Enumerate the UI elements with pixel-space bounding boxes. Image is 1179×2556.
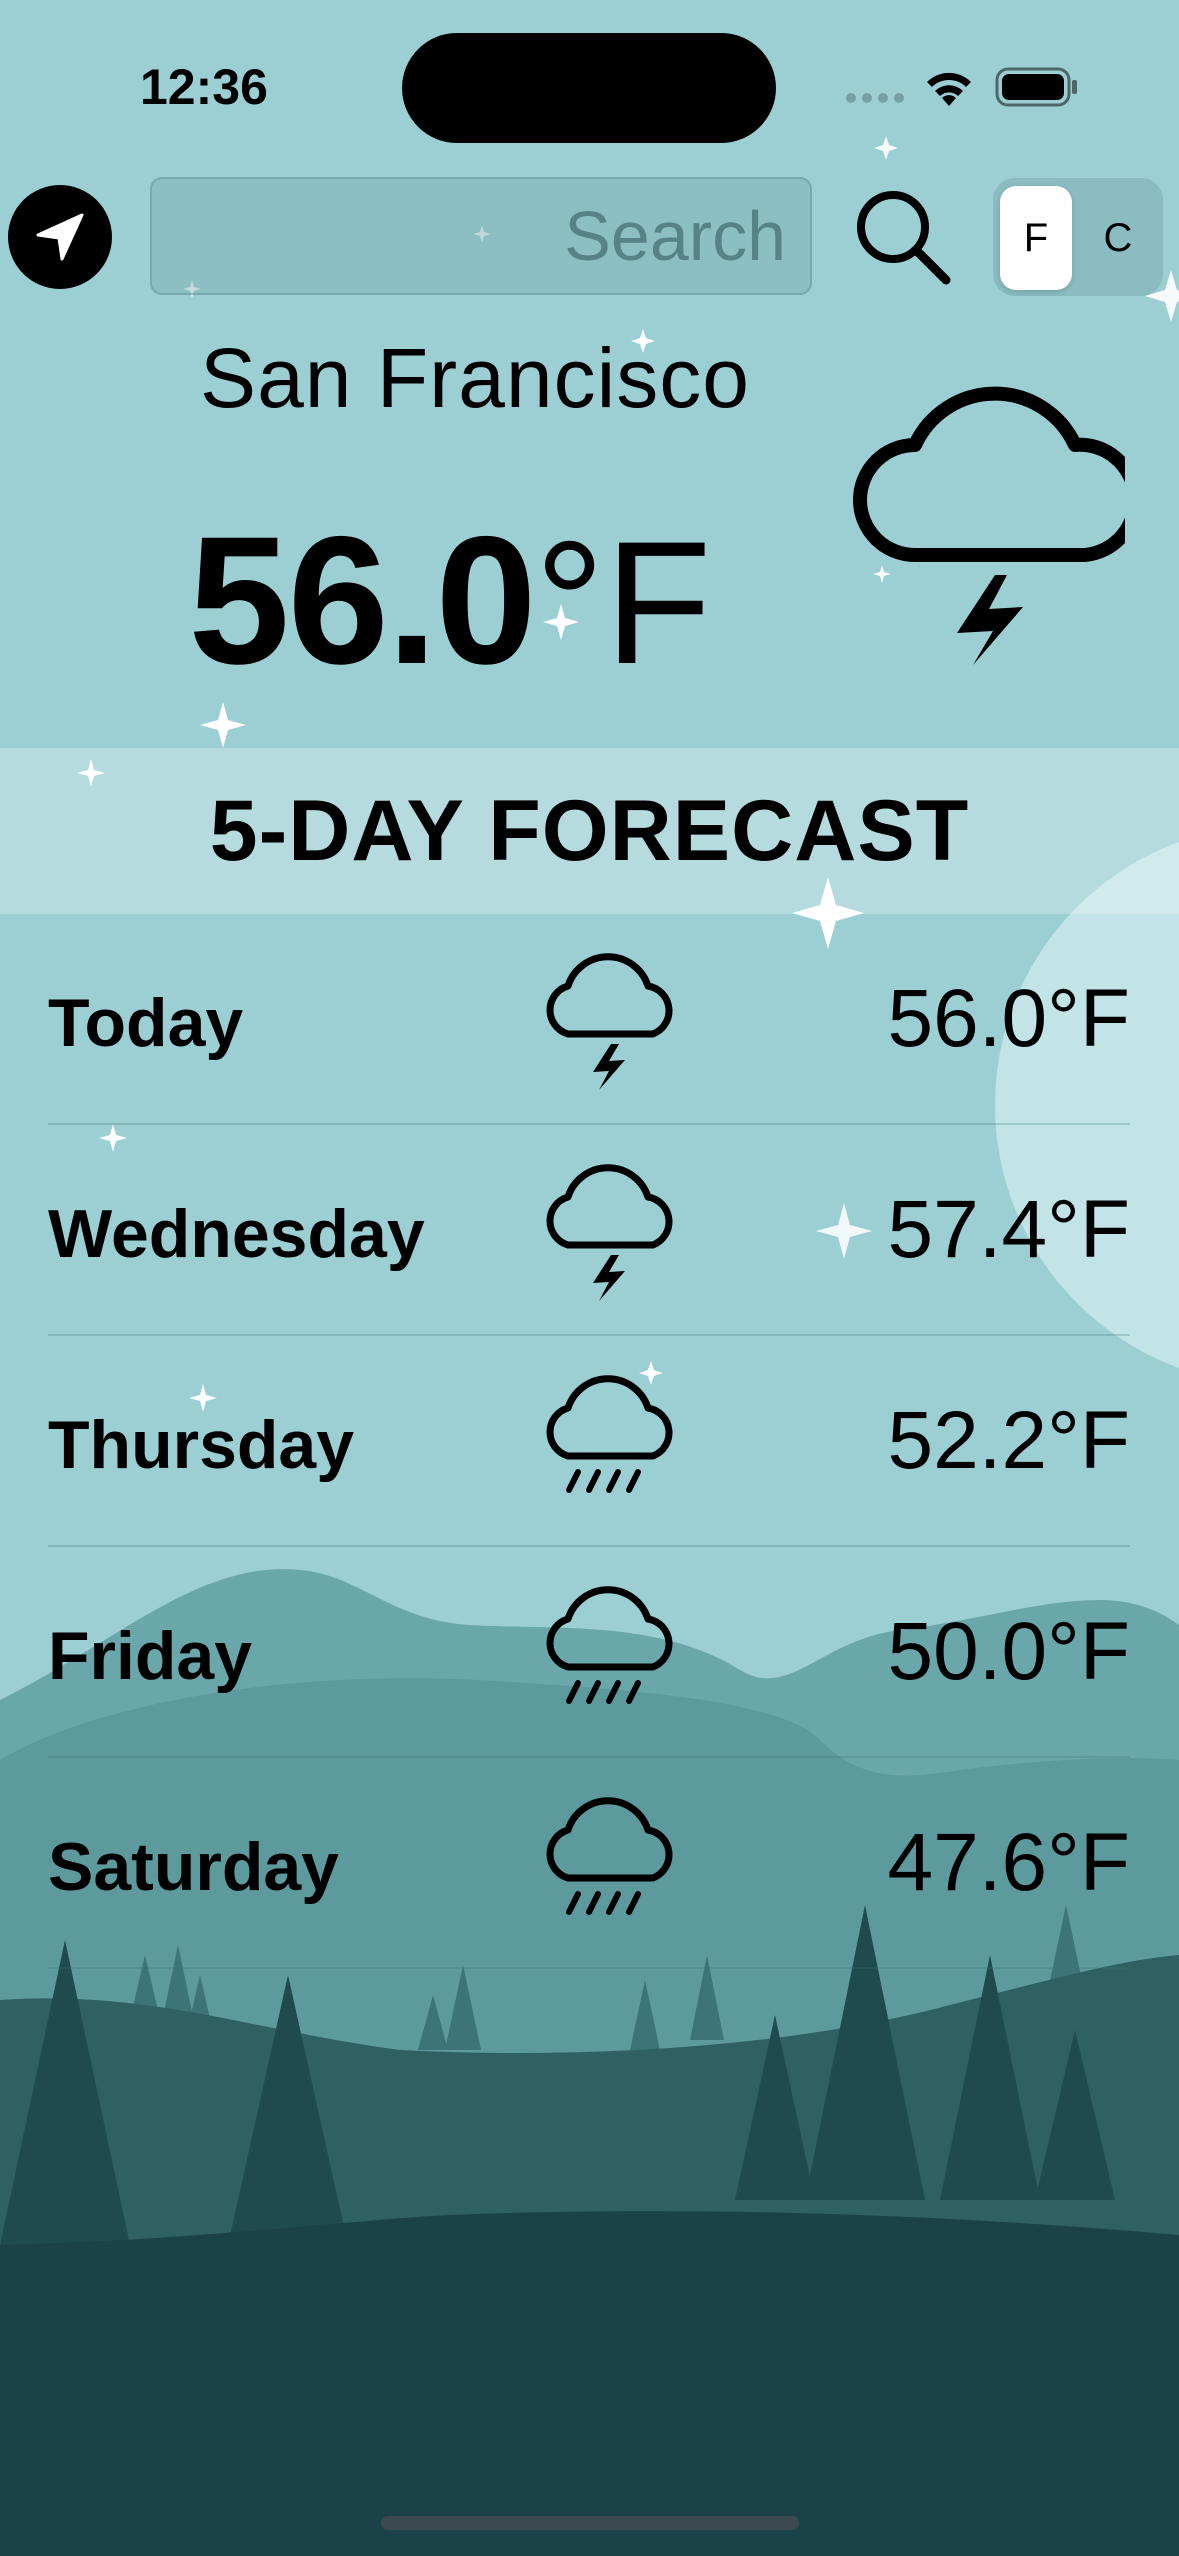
forecast-row: Wednesday 57.4°F <box>48 1125 1130 1336</box>
forecast-temp-unit: °F <box>1047 973 1130 1064</box>
forecast-temp-value: 56.0 <box>887 973 1048 1064</box>
forecast-temp-value: 47.6 <box>887 1817 1048 1908</box>
city-name: San Francisco <box>200 331 750 425</box>
forecast-row: Today 56.0°F <box>48 914 1130 1125</box>
dynamic-island <box>402 33 776 143</box>
search-icon <box>857 191 951 285</box>
location-arrow-icon <box>36 213 84 261</box>
forecast-temp-unit: °F <box>1047 1817 1130 1908</box>
current-temperature: 56.0°F <box>0 495 900 705</box>
forecast-day: Thursday <box>48 1407 355 1483</box>
current-temp-value: 56.0 <box>188 498 536 702</box>
unit-f-option[interactable]: F <box>1000 186 1072 290</box>
forecast-temp-value: 57.4 <box>887 1184 1048 1275</box>
forecast-temp: 50.0°F <box>888 1605 1131 1699</box>
forecast-row: Thursday 52.2°F <box>48 1336 1130 1547</box>
cloud-lightning-icon <box>546 1164 673 1301</box>
battery-icon <box>995 67 1077 107</box>
cloud-lightning-icon <box>546 953 673 1090</box>
forecast-day: Saturday <box>48 1829 339 1905</box>
forecast-temp-unit: °F <box>1047 1606 1130 1697</box>
forecast-temp-value: 50.0 <box>887 1606 1048 1697</box>
wifi-icon <box>927 72 971 106</box>
forecast-temp: 57.4°F <box>888 1183 1131 1277</box>
forecast-temp-unit: °F <box>1047 1395 1130 1486</box>
forecast-day: Wednesday <box>48 1196 425 1272</box>
home-indicator[interactable] <box>381 2516 799 2530</box>
forecast-day: Today <box>48 985 244 1061</box>
cloud-rain-icon <box>546 1586 673 1704</box>
forecast-temp: 52.2°F <box>888 1394 1131 1488</box>
status-time: 12:36 <box>140 59 268 115</box>
forecast-temp-unit: °F <box>1047 1184 1130 1275</box>
cloud-rain-icon <box>546 1375 673 1493</box>
current-temp-unit: °F <box>534 506 712 701</box>
ground <box>0 2211 1179 2556</box>
unit-c-option[interactable]: C <box>1082 186 1154 290</box>
forecast-day: Friday <box>48 1618 253 1694</box>
row-divider <box>48 1967 1130 1969</box>
cloud-rain-icon <box>546 1797 673 1915</box>
cloud-lightning-icon <box>853 386 1125 665</box>
search-input[interactable] <box>152 179 810 293</box>
cellular-signal-icon <box>846 93 904 103</box>
forecast-temp-value: 52.2 <box>887 1395 1048 1486</box>
forecast-temp: 47.6°F <box>888 1816 1131 1910</box>
current-location-button[interactable] <box>8 185 112 289</box>
forecast-row: Friday 50.0°F <box>48 1547 1130 1758</box>
search-button[interactable] <box>848 182 958 292</box>
search-field[interactable] <box>150 177 812 295</box>
forecast-temp: 56.0°F <box>888 972 1131 1066</box>
forecast-row: Saturday 47.6°F <box>48 1758 1130 1969</box>
forecast-title: 5-DAY FORECAST <box>209 783 970 879</box>
